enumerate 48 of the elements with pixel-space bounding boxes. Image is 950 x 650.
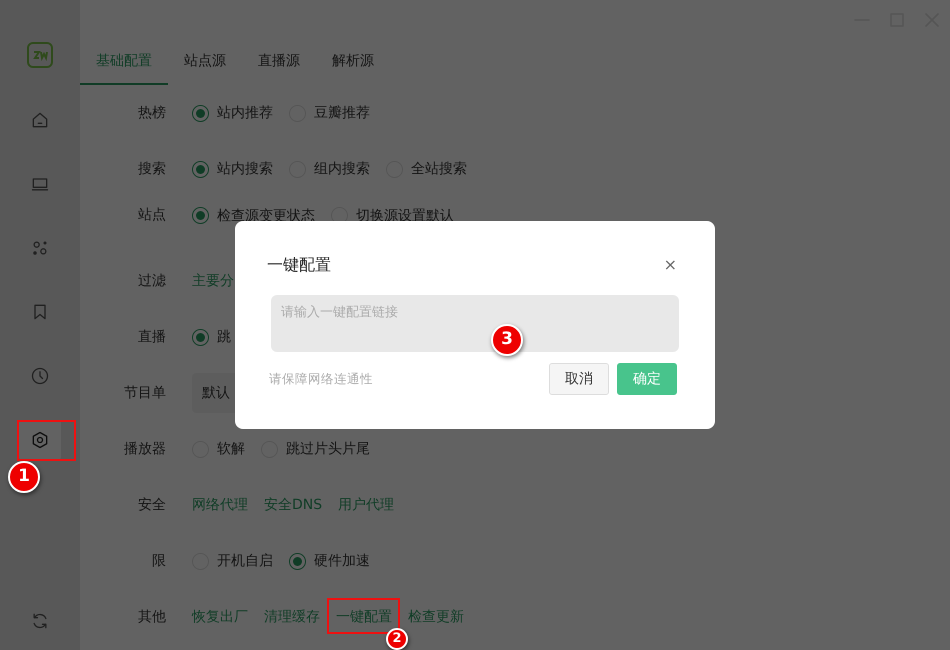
setting-label: 安全 (137, 496, 166, 514)
confirm-button[interactable]: 确定 (617, 363, 677, 395)
option-label: 跳 (217, 328, 231, 346)
link[interactable]: 恢复出厂 (192, 606, 248, 628)
home-icon (30, 110, 50, 130)
hint-text: 请保障网络连通性 (269, 370, 373, 388)
option-label: 跳过片头片尾 (286, 440, 370, 458)
tab[interactable]: 站点源 (168, 40, 242, 85)
setting-label: 搜索 (137, 160, 166, 178)
option-label: 站内搜索 (217, 160, 273, 178)
radio-button[interactable] (192, 207, 209, 224)
setting-label: 限 (151, 552, 166, 570)
dialog-title: 一键配置 (267, 254, 331, 276)
cancel-button[interactable]: 取消 (549, 363, 609, 395)
tab[interactable]: 基础配置 (80, 40, 168, 85)
option-label: 站内推荐 (217, 104, 273, 122)
app-logo (27, 42, 53, 68)
option-label: 组内搜索 (314, 160, 370, 178)
link[interactable]: 用户代理 (338, 494, 394, 516)
option-label: 豆瓣推荐 (314, 104, 370, 122)
link[interactable]: 一键配置 (336, 606, 392, 628)
clock-icon (30, 366, 50, 386)
setting-label: 其他 (137, 608, 166, 626)
link[interactable]: 清理缓存 (264, 606, 320, 628)
link[interactable]: 主要分 (192, 270, 234, 292)
close-button[interactable]: × (662, 253, 679, 277)
link[interactable]: 安全DNS (264, 494, 322, 516)
setting-label: 站点 (137, 207, 166, 223)
tab[interactable]: 直播源 (242, 40, 316, 85)
setting-label: 直播 (137, 328, 166, 346)
settings-icon (30, 430, 50, 450)
radio-button[interactable] (192, 160, 209, 178)
link[interactable]: 网络代理 (192, 494, 248, 516)
radio-button[interactable] (192, 328, 209, 346)
option-label: 全站搜索 (411, 160, 467, 178)
option-label: 软解 (217, 440, 245, 458)
radio-button[interactable] (192, 104, 209, 122)
link[interactable]: 检查更新 (408, 606, 464, 628)
setting-label: 热榜 (137, 104, 166, 122)
setting-label: 播放器 (123, 440, 166, 458)
sidebar-button[interactable] (19, 420, 61, 460)
setting-label: 过滤 (137, 272, 166, 290)
radio-button[interactable] (289, 552, 306, 570)
step-marker: 2 (386, 628, 408, 650)
option-label: 硬件加速 (314, 552, 370, 570)
setting-label: 节目单 (123, 384, 166, 402)
tab[interactable]: 解析源 (316, 40, 390, 85)
option-label: 开机自启 (217, 552, 273, 570)
